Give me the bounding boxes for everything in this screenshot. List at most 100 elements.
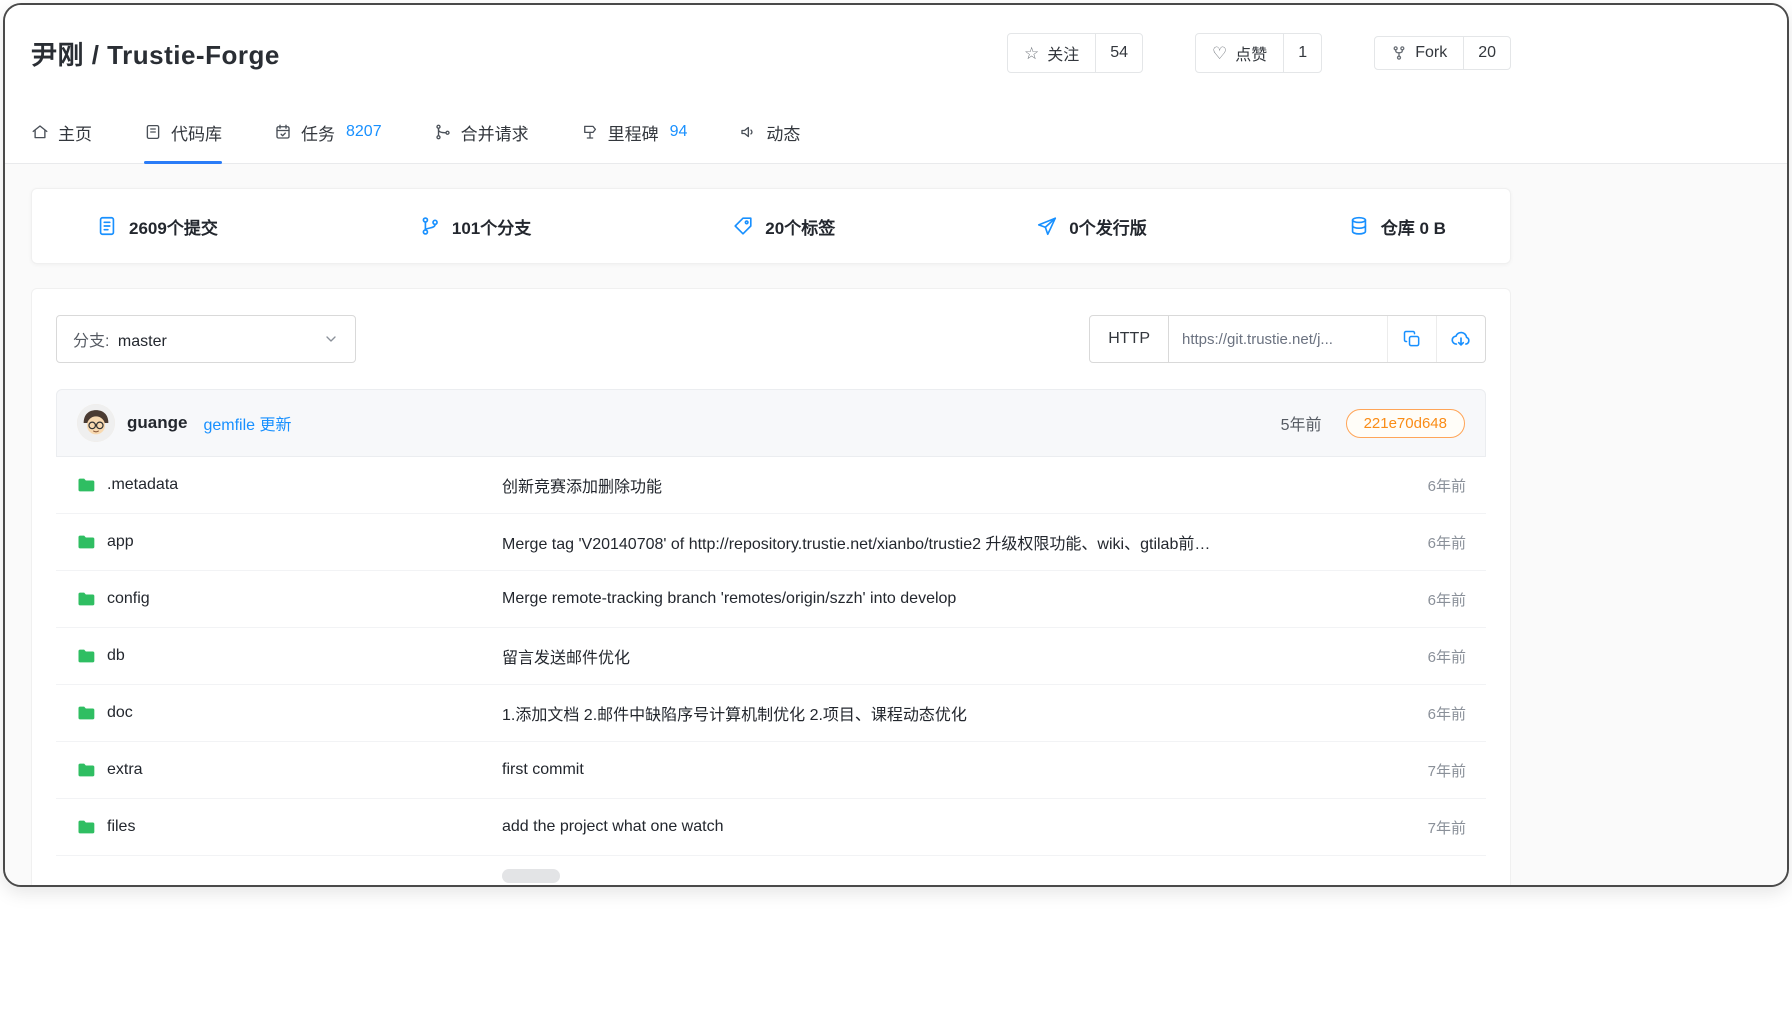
file-commit-time: 6年前 (1396, 646, 1466, 667)
watch-count[interactable]: 54 (1095, 34, 1142, 72)
repo-header: 尹刚 / Trustie-Forge ☆ 关注 54 ♡ 点赞 1 (5, 5, 1787, 101)
repo-toolbar: 分支: master HTTP https://git.trustie.net/… (56, 315, 1486, 363)
file-name-link[interactable]: app (107, 533, 134, 551)
commit-author[interactable]: guange (127, 413, 187, 433)
tag-icon (732, 215, 754, 237)
copy-icon (1402, 329, 1422, 349)
praise-count[interactable]: 1 (1283, 34, 1321, 72)
stat-releases[interactable]: 0个发行版 (1036, 214, 1146, 239)
file-row: db 留言发送邮件优化 6年前 (56, 628, 1486, 685)
avatar-image (77, 404, 115, 442)
branch-selector[interactable]: 分支: master (56, 315, 356, 363)
release-icon (1036, 215, 1058, 237)
star-icon: ☆ (1024, 45, 1039, 62)
file-commit-message-link[interactable]: first commit (502, 761, 1396, 779)
branch-icon (419, 215, 441, 237)
download-button[interactable] (1436, 316, 1485, 362)
file-name-link[interactable]: db (107, 647, 125, 665)
watch-button[interactable]: ☆ 关注 54 (1007, 33, 1143, 73)
tab-pull-requests[interactable]: 合并请求 (434, 101, 529, 163)
tab-activity[interactable]: 动态 (739, 101, 800, 163)
repo-tabs: 主页 代码库 任务 8207 合并请求 (5, 101, 1787, 164)
fork-count[interactable]: 20 (1463, 37, 1510, 69)
merge-icon (434, 123, 452, 141)
commits-icon (96, 215, 118, 237)
file-name-link[interactable]: extra (107, 761, 143, 779)
repo-actions: ☆ 关注 54 ♡ 点赞 1 (1007, 33, 1511, 73)
file-row: config Merge remote-tracking branch 'rem… (56, 571, 1486, 628)
tab-milestones[interactable]: 里程碑 94 (581, 101, 688, 163)
branch-label: 分支: (73, 333, 109, 350)
task-icon (274, 123, 292, 141)
tab-label: 里程碑 (608, 120, 659, 145)
app-window: 尹刚 / Trustie-Forge ☆ 关注 54 ♡ 点赞 1 (3, 3, 1789, 887)
file-commit-message-link[interactable]: Merge tag 'V20140708' of http://reposito… (502, 530, 1396, 554)
chevron-down-icon (323, 331, 339, 347)
milestones-count-badge: 94 (670, 123, 688, 141)
database-icon (1348, 215, 1370, 237)
clone-url-input[interactable]: https://git.trustie.net/j... (1169, 316, 1387, 362)
stat-label: 20个标签 (765, 214, 835, 239)
file-name-link[interactable]: config (107, 590, 150, 608)
tab-label: 代码库 (171, 120, 222, 145)
file-commit-time: 7年前 (1396, 817, 1466, 838)
fork-button[interactable]: Fork 20 (1374, 36, 1511, 70)
folder-icon (76, 646, 96, 666)
stat-label: 101个分支 (452, 214, 531, 239)
activity-icon (739, 123, 757, 141)
file-name-link[interactable]: doc (107, 704, 133, 722)
file-commit-message-link[interactable]: Merge remote-tracking branch 'remotes/or… (502, 590, 1396, 608)
file-row-partial (56, 856, 1486, 887)
protocol-toggle[interactable]: HTTP (1090, 316, 1169, 362)
folder-icon (76, 532, 96, 552)
tab-label: 主页 (58, 120, 92, 145)
stat-repo-size[interactable]: 仓库 0 B (1348, 214, 1446, 239)
folder-icon (76, 760, 96, 780)
file-commit-time: 6年前 (1396, 532, 1466, 553)
stat-branches[interactable]: 101个分支 (419, 214, 531, 239)
cloud-download-icon (1450, 328, 1472, 350)
tab-label: 合并请求 (461, 120, 529, 145)
tab-code[interactable]: 代码库 (144, 101, 222, 163)
file-row: files add the project what one watch 7年前 (56, 799, 1486, 856)
repo-files-card: 分支: master HTTP https://git.trustie.net/… (31, 288, 1511, 887)
commit-message-link[interactable]: gemfile 更新 (203, 411, 291, 435)
stat-tags[interactable]: 20个标签 (732, 214, 835, 239)
stat-label: 0个发行版 (1069, 214, 1146, 239)
file-row: extra first commit 7年前 (56, 742, 1486, 799)
file-commit-time: 6年前 (1396, 475, 1466, 496)
page-title: 尹刚 / Trustie-Forge (31, 35, 280, 72)
commit-time: 5年前 (1281, 411, 1322, 435)
home-icon (31, 123, 49, 141)
page-body: 2609个提交 101个分支 20个标签 0个发行版 (5, 164, 1787, 887)
avatar[interactable] (77, 404, 115, 442)
file-commit-time: 7年前 (1396, 760, 1466, 781)
file-commit-time: 6年前 (1396, 703, 1466, 724)
tab-home[interactable]: 主页 (31, 101, 92, 163)
commit-hash-badge[interactable]: 221e70d648 (1346, 409, 1465, 438)
heart-icon: ♡ (1212, 45, 1227, 62)
clone-url-group: HTTP https://git.trustie.net/j... (1089, 315, 1486, 363)
latest-commit-bar: guange gemfile 更新 5年前 221e70d648 (56, 389, 1486, 457)
partial-row-placeholder (502, 869, 560, 883)
tab-issues[interactable]: 任务 8207 (274, 101, 382, 163)
file-row: doc 1.添加文档 2.邮件中缺陷序号计算机制优化 2.项目、课程动态优化 6… (56, 685, 1486, 742)
fork-icon (1391, 45, 1407, 61)
file-commit-message-link[interactable]: 创新竞赛添加删除功能 (502, 473, 1396, 497)
stat-label: 2609个提交 (129, 214, 218, 239)
tab-label: 任务 (301, 120, 335, 145)
file-row: app Merge tag 'V20140708' of http://repo… (56, 514, 1486, 571)
repo-stats-card: 2609个提交 101个分支 20个标签 0个发行版 (31, 188, 1511, 264)
file-name-link[interactable]: files (107, 818, 135, 836)
tab-label: 动态 (766, 120, 800, 145)
file-commit-message-link[interactable]: 留言发送邮件优化 (502, 644, 1396, 668)
praise-button[interactable]: ♡ 点赞 1 (1195, 33, 1322, 73)
copy-button[interactable] (1387, 316, 1436, 362)
stat-commits[interactable]: 2609个提交 (96, 214, 218, 239)
file-commit-message-link[interactable]: add the project what one watch (502, 818, 1396, 836)
praise-label: 点赞 (1235, 41, 1267, 65)
file-commit-message-link[interactable]: 1.添加文档 2.邮件中缺陷序号计算机制优化 2.项目、课程动态优化 (502, 701, 1396, 725)
file-list: .metadata 创新竞赛添加删除功能 6年前 app Merge tag '… (56, 457, 1486, 856)
file-name-link[interactable]: .metadata (107, 476, 178, 494)
folder-icon (76, 475, 96, 495)
